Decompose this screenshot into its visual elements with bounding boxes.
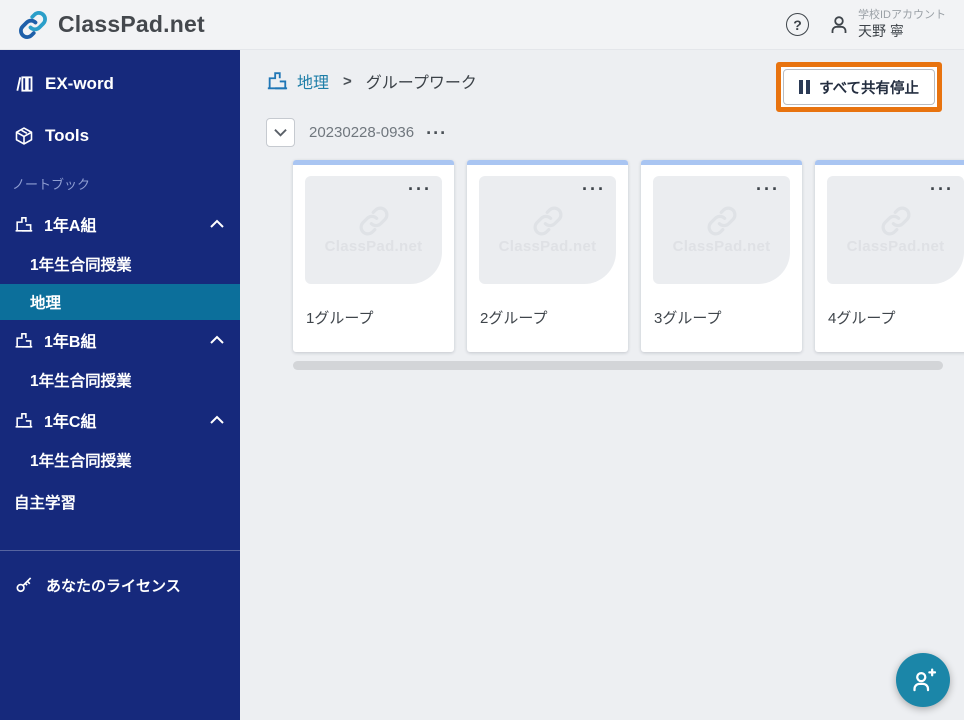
sidebar-item-joint-class-a[interactable]: 1年生合同授業 [0, 244, 240, 284]
cube-icon [15, 127, 33, 145]
account-info: 学校IDアカウント 天野 寧 [858, 9, 946, 41]
stop-all-sharing-label: すべて共有停止 [819, 80, 919, 97]
school-icon [267, 72, 288, 90]
sidebar-item-joint-class-b[interactable]: 1年生合同授業 [0, 360, 240, 400]
watermark-text: ClassPad.net [498, 238, 597, 255]
sidebar-item-joint-class-c[interactable]: 1年生合同授業 [0, 440, 240, 480]
sidebar-item-license[interactable]: あなたのライセンス [0, 563, 240, 607]
sidebar-item-self-study[interactable]: 自主学習 [0, 480, 240, 524]
card-label: 3グループ [654, 310, 722, 327]
breadcrumb: 地理 > グループワーク [266, 69, 477, 93]
person-plus-icon [912, 667, 936, 691]
stop-all-sharing-button[interactable]: すべて共有停止 [783, 69, 935, 105]
sidebar: EX-word Tools ノートブック 1年A組 1年生合同授業 地理 1年B… [0, 50, 240, 720]
sidebar-item-label: Tools [45, 126, 90, 145]
watermark-text: ClassPad.net [846, 238, 945, 255]
card-thumbnail: ClassPad.net ··· [305, 176, 442, 284]
help-icon: ? [793, 16, 802, 33]
sidebar-item-label: 1年生合同授業 [30, 373, 132, 390]
card-more-options-icon[interactable]: ··· [930, 179, 954, 200]
card-thumbnail: ClassPad.net ··· [479, 176, 616, 284]
chevron-up-icon [210, 335, 224, 344]
group-card-4[interactable]: ClassPad.net ··· 4グループ [815, 160, 964, 352]
user-account-menu[interactable]: 学校IDアカウント 天野 寧 [827, 9, 946, 41]
sidebar-item-label: 自主学習 [14, 495, 77, 512]
card-more-options-icon[interactable]: ··· [756, 179, 780, 200]
expand-collapse-button[interactable] [266, 118, 295, 147]
sidebar-item-tools[interactable]: Tools [0, 110, 240, 162]
breadcrumb-separator-icon: > [343, 72, 352, 90]
card-more-options-icon[interactable]: ··· [582, 179, 606, 200]
sidebar-item-label: あなたのライセンス [46, 577, 181, 595]
sidebar-item-label: 1年C組 [44, 414, 97, 431]
chain-link-icon [19, 10, 47, 39]
sidebar-item-class-1b[interactable]: 1年B組 [0, 320, 240, 360]
sidebar-item-geography[interactable]: 地理 [0, 284, 240, 320]
chevron-down-icon [274, 129, 287, 137]
key-icon [16, 577, 32, 593]
chain-link-watermark-icon [533, 206, 562, 236]
card-thumbnail: ClassPad.net ··· [827, 176, 964, 284]
school-icon [15, 412, 33, 428]
card-more-options-icon[interactable]: ··· [408, 179, 432, 200]
sidebar-item-label: 1年生合同授業 [30, 257, 132, 274]
chain-link-watermark-icon [359, 206, 388, 236]
person-icon [831, 15, 847, 33]
dictionary-icon [16, 76, 33, 92]
classpad-logo[interactable]: ClassPad.net [18, 10, 205, 40]
notebook-toolbar: 20230228-0936 ··· [266, 118, 447, 147]
group-card-3[interactable]: ClassPad.net ··· 3グループ [641, 160, 802, 352]
horizontal-scrollbar[interactable] [293, 361, 943, 370]
chain-link-watermark-icon [707, 206, 736, 236]
sidebar-item-class-1c[interactable]: 1年C組 [0, 400, 240, 440]
app-header: ClassPad.net ? 学校IDアカウント 天野 寧 [0, 0, 964, 50]
breadcrumb-current: グループワーク [365, 75, 477, 92]
header-right: ? 学校IDアカウント 天野 寧 [786, 9, 946, 41]
sidebar-item-label: 1年B組 [44, 334, 97, 351]
notebook-title: 20230228-0936 [309, 124, 415, 141]
card-top-strip [467, 160, 628, 165]
pause-icon [799, 80, 811, 94]
group-card-1[interactable]: ClassPad.net ··· 1グループ [293, 160, 454, 352]
card-label: 4グループ [828, 310, 896, 327]
school-icon [15, 332, 33, 348]
group-cards-row: ClassPad.net ··· 1グループ ClassPad.net ··· … [293, 160, 964, 352]
sidebar-item-label: 1年A組 [44, 218, 97, 235]
add-member-fab[interactable] [896, 653, 950, 707]
card-top-strip [641, 160, 802, 165]
sidebar-item-exword[interactable]: EX-word [0, 58, 240, 110]
account-name: 天野 寧 [858, 23, 904, 40]
chain-link-watermark-icon [881, 206, 910, 236]
watermark-text: ClassPad.net [324, 238, 423, 255]
sidebar-section-notebook: ノートブック [12, 176, 91, 192]
sidebar-item-label: 1年生合同授業 [30, 453, 132, 470]
account-type-label: 学校IDアカウント [858, 8, 946, 21]
card-top-strip [815, 160, 964, 165]
card-thumbnail: ClassPad.net ··· [653, 176, 790, 284]
sidebar-divider [0, 550, 240, 551]
sidebar-item-label: EX-word [45, 74, 114, 93]
card-label: 2グループ [480, 310, 548, 327]
highlight-annotation-box: すべて共有停止 [776, 62, 942, 112]
group-card-2[interactable]: ClassPad.net ··· 2グループ [467, 160, 628, 352]
school-icon [15, 216, 33, 232]
help-button[interactable]: ? [786, 13, 809, 36]
logo-text: ClassPad.net [58, 11, 205, 37]
breadcrumb-link-geography[interactable]: 地理 [297, 69, 329, 93]
card-label: 1グループ [306, 310, 374, 327]
card-top-strip [293, 160, 454, 165]
chevron-up-icon [210, 415, 224, 424]
chevron-up-icon [210, 219, 224, 228]
sidebar-item-class-1a[interactable]: 1年A組 [0, 204, 240, 244]
sidebar-item-label: 地理 [30, 295, 62, 312]
watermark-text: ClassPad.net [672, 238, 771, 255]
more-options-icon[interactable]: ··· [426, 124, 447, 142]
